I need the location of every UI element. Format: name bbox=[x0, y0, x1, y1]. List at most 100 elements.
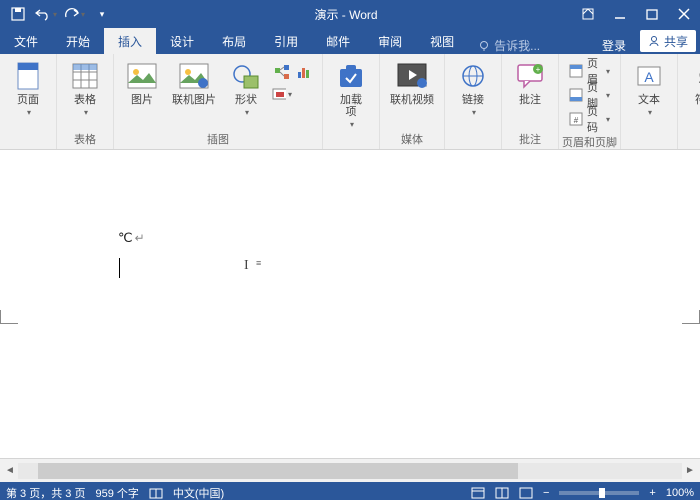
window-controls bbox=[572, 0, 700, 28]
table-button[interactable]: 表格 ▾ bbox=[63, 58, 107, 119]
tab-mailings[interactable]: 邮件 bbox=[312, 28, 364, 54]
pagenum-label: 页码 bbox=[587, 103, 600, 135]
document-area[interactable] bbox=[0, 150, 700, 458]
close-button[interactable] bbox=[668, 0, 700, 28]
view-read-mode[interactable] bbox=[495, 487, 509, 499]
group-illustrations: 图片 联机图片 形状 ▾ ▾ 插图 bbox=[114, 54, 323, 149]
link-icon bbox=[457, 60, 489, 92]
footer-icon bbox=[569, 87, 583, 103]
chevron-down-icon: ▾ bbox=[84, 108, 88, 117]
signin-button[interactable]: 登录 bbox=[592, 37, 636, 54]
tab-view[interactable]: 视图 bbox=[416, 28, 468, 54]
ribbon-options-button[interactable] bbox=[572, 0, 604, 28]
shapes-button[interactable]: 形状 ▾ bbox=[224, 58, 268, 119]
scroll-right-button[interactable]: ► bbox=[682, 463, 698, 479]
status-wordcount[interactable]: 959 个字 bbox=[95, 485, 138, 500]
page-corner-right bbox=[682, 310, 700, 324]
pagenum-icon: # bbox=[569, 111, 583, 127]
status-page[interactable]: 第 3 页，共 3 页 bbox=[6, 485, 85, 500]
tab-home[interactable]: 开始 bbox=[52, 28, 104, 54]
online-video-button[interactable]: 联机视频 bbox=[386, 58, 438, 108]
page-number-button[interactable]: #页码▾ bbox=[565, 108, 614, 130]
svg-text:#: # bbox=[574, 116, 579, 125]
chevron-down-icon: ▾ bbox=[81, 10, 85, 19]
chevron-down-icon: ▾ bbox=[606, 91, 610, 100]
status-spellcheck[interactable] bbox=[149, 487, 163, 499]
online-picture-button[interactable]: 联机图片 bbox=[168, 58, 220, 108]
zoom-in-button[interactable]: + bbox=[649, 487, 655, 499]
tell-me-box[interactable]: 告诉我... bbox=[468, 37, 550, 54]
picture-label: 图片 bbox=[131, 94, 153, 106]
zoom-level[interactable]: 100% bbox=[666, 487, 694, 499]
qat-customize-button[interactable]: ▾ bbox=[90, 2, 114, 26]
link-button[interactable]: 链接 ▾ bbox=[451, 58, 495, 119]
addin-label: 加载 项 bbox=[340, 94, 362, 118]
group-label-illustrations: 插图 bbox=[114, 131, 322, 149]
smartart-button[interactable] bbox=[272, 62, 292, 82]
paragraph-mark-icon: ↵ bbox=[135, 231, 145, 245]
scrollbar-thumb[interactable] bbox=[38, 463, 518, 479]
group-media: 联机视频 媒体 bbox=[380, 54, 445, 149]
group-links: 链接 ▾ bbox=[445, 54, 502, 149]
table-label: 表格 bbox=[74, 94, 96, 106]
chart-button[interactable] bbox=[294, 62, 314, 82]
text-content: ℃ bbox=[118, 230, 133, 245]
tab-layout[interactable]: 布局 bbox=[208, 28, 260, 54]
redo-button[interactable]: ▾ bbox=[62, 2, 86, 26]
textbox-icon: A bbox=[633, 60, 665, 92]
group-addins: 加载 项 ▾ bbox=[323, 54, 380, 149]
group-text: A 文本 ▾ bbox=[621, 54, 678, 149]
zoom-out-button[interactable]: − bbox=[543, 487, 549, 499]
undo-button[interactable]: ▾ bbox=[34, 2, 58, 26]
table-icon bbox=[69, 60, 101, 92]
group-comments: + 批注 批注 bbox=[502, 54, 559, 149]
share-icon bbox=[648, 35, 660, 47]
view-print-layout[interactable] bbox=[471, 487, 485, 499]
svg-text:+: + bbox=[536, 65, 541, 74]
chevron-down-icon: ▾ bbox=[648, 108, 652, 117]
tab-review[interactable]: 审阅 bbox=[364, 28, 416, 54]
group-pages: 页面 ▾ bbox=[0, 54, 57, 149]
tab-file[interactable]: 文件 bbox=[0, 28, 52, 54]
save-button[interactable] bbox=[6, 2, 30, 26]
status-language[interactable]: 中文(中国) bbox=[173, 485, 224, 500]
cover-page-button[interactable]: 页面 ▾ bbox=[6, 58, 50, 119]
maximize-button[interactable] bbox=[636, 0, 668, 28]
illustration-small-buttons: ▾ bbox=[272, 58, 316, 104]
shapes-icon bbox=[230, 60, 262, 92]
textbox-label: 文本 bbox=[638, 94, 660, 106]
quick-access-toolbar: ▾ ▾ ▾ bbox=[0, 2, 120, 26]
document-text[interactable]: ℃↵ bbox=[118, 230, 145, 246]
zoom-slider-thumb[interactable] bbox=[599, 488, 605, 498]
symbol-button[interactable]: Ω 符号 ▾ bbox=[684, 58, 700, 119]
textbox-button[interactable]: A 文本 ▾ bbox=[627, 58, 671, 119]
comment-label: 批注 bbox=[519, 94, 541, 106]
comment-button[interactable]: + 批注 bbox=[508, 58, 552, 108]
horizontal-scrollbar[interactable]: ◄ ► bbox=[18, 463, 682, 479]
group-label-tables: 表格 bbox=[57, 131, 113, 149]
picture-button[interactable]: 图片 bbox=[120, 58, 164, 108]
minimize-button[interactable] bbox=[604, 0, 636, 28]
tab-design[interactable]: 设计 bbox=[156, 28, 208, 54]
tab-insert[interactable]: 插入 bbox=[104, 28, 156, 54]
chevron-down-icon: ▾ bbox=[245, 108, 249, 117]
view-web-layout[interactable] bbox=[519, 487, 533, 499]
comment-icon: + bbox=[514, 60, 546, 92]
link-label: 链接 bbox=[462, 94, 484, 106]
screenshot-button[interactable]: ▾ bbox=[272, 84, 292, 104]
page-corner-left bbox=[0, 310, 18, 324]
share-label: 共享 bbox=[664, 33, 688, 50]
tab-references[interactable]: 引用 bbox=[260, 28, 312, 54]
share-button[interactable]: 共享 bbox=[640, 30, 696, 52]
scroll-left-button[interactable]: ◄ bbox=[2, 463, 18, 479]
addins-button[interactable]: 加载 项 ▾ bbox=[329, 58, 373, 131]
chevron-down-icon: ▾ bbox=[27, 108, 31, 117]
group-symbols: Ω 符号 ▾ bbox=[678, 54, 700, 149]
online-picture-icon bbox=[178, 60, 210, 92]
zoom-slider[interactable] bbox=[559, 491, 639, 495]
video-icon bbox=[396, 60, 428, 92]
chevron-down-icon: ▾ bbox=[350, 120, 354, 129]
chevron-down-icon: ▾ bbox=[53, 10, 57, 19]
header-icon bbox=[569, 63, 583, 79]
symbol-label: 符号 bbox=[695, 94, 700, 106]
